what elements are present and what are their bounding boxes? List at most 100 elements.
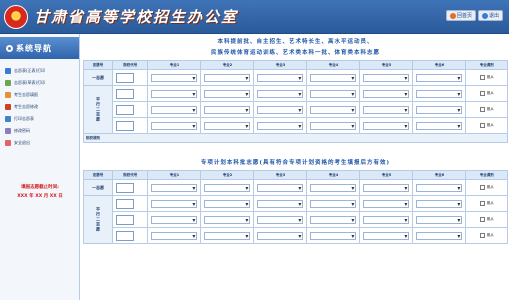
school-code-input[interactable] xyxy=(116,120,135,131)
major-select[interactable] xyxy=(151,73,198,83)
major-select[interactable] xyxy=(416,199,463,209)
major-select[interactable] xyxy=(257,215,304,225)
adjust-checkbox[interactable] xyxy=(479,201,485,206)
major-select[interactable] xyxy=(257,231,304,241)
adjust-cell: 服从 xyxy=(465,69,508,86)
batch-label: 一志愿 xyxy=(82,69,114,86)
major-select[interactable] xyxy=(416,105,463,115)
major-cell xyxy=(200,69,255,86)
sidebar-item-fill[interactable]: 考生志愿填报 xyxy=(0,89,79,101)
adjust-cell: 服从 xyxy=(465,117,508,134)
major-select[interactable] xyxy=(363,183,410,193)
sidebar-item-print-draft[interactable]: 志愿表(草表)打印 xyxy=(0,77,79,89)
major-select[interactable] xyxy=(204,105,251,115)
major-select[interactable] xyxy=(363,231,410,241)
major-select[interactable] xyxy=(204,199,251,209)
school-code-input[interactable] xyxy=(116,230,135,241)
table-row: 服从 xyxy=(84,227,508,244)
school-code-input[interactable] xyxy=(116,182,135,193)
school-code-input[interactable] xyxy=(116,104,135,115)
major-select[interactable] xyxy=(257,183,304,193)
major-select[interactable] xyxy=(416,121,463,131)
adjust-checkbox[interactable] xyxy=(479,233,485,238)
major-cell xyxy=(306,85,361,102)
major-select[interactable] xyxy=(416,183,463,193)
major-select[interactable] xyxy=(363,121,410,131)
adjust-checkbox-wrap: 服从 xyxy=(469,123,504,128)
major-cell xyxy=(306,101,361,118)
major-select[interactable] xyxy=(257,105,304,115)
major-select[interactable] xyxy=(310,231,357,241)
major-select[interactable] xyxy=(151,121,198,131)
major-cell xyxy=(253,69,308,86)
plan-adjust-label: 院校调剂 xyxy=(83,133,508,143)
major-cell xyxy=(147,69,202,86)
major-select[interactable] xyxy=(310,121,357,131)
major-select[interactable] xyxy=(363,89,410,99)
major-select[interactable] xyxy=(310,89,357,99)
major-select[interactable] xyxy=(310,215,357,225)
sidebar-item-modify[interactable]: 考生志愿修改 xyxy=(0,101,79,113)
exit-button[interactable]: 退出 xyxy=(477,10,503,21)
sidebar-item-password[interactable]: 修改密码 xyxy=(0,125,79,137)
school-code-input[interactable] xyxy=(116,198,135,209)
header-bar: 甘肃省高等学校招生办公室 回首页 退出 xyxy=(0,0,509,34)
major-select[interactable] xyxy=(363,199,410,209)
school-code-input[interactable] xyxy=(116,72,135,83)
major-cell xyxy=(253,117,308,134)
major-select[interactable] xyxy=(204,215,251,225)
major-select[interactable] xyxy=(310,105,357,115)
major-cell xyxy=(412,69,467,86)
section1-title-line1: 本科提前批、自主招生、艺术特长生、高水平运动员、 xyxy=(217,39,374,45)
adjust-checkbox[interactable] xyxy=(479,217,485,222)
major-cell xyxy=(412,211,467,228)
major-select[interactable] xyxy=(416,215,463,225)
adjust-checkbox-wrap: 服从 xyxy=(469,217,504,222)
home-button[interactable]: 回首页 xyxy=(445,10,476,21)
sidebar-item-print-final[interactable]: 志愿表(正表)打印 xyxy=(0,65,79,77)
col-header: 专业2 xyxy=(200,60,255,70)
school-code-input[interactable] xyxy=(116,214,135,225)
major-select[interactable] xyxy=(204,183,251,193)
major-select[interactable] xyxy=(204,231,251,241)
logout-icon xyxy=(5,140,11,146)
exit-icon xyxy=(481,12,488,19)
major-select[interactable] xyxy=(151,183,198,193)
major-select[interactable] xyxy=(416,231,463,241)
major-select[interactable] xyxy=(151,105,198,115)
school-code-input[interactable] xyxy=(116,88,135,99)
major-select[interactable] xyxy=(151,215,198,225)
major-select[interactable] xyxy=(310,183,357,193)
major-select[interactable] xyxy=(151,231,198,241)
major-cell xyxy=(359,85,414,102)
major-select[interactable] xyxy=(257,89,304,99)
sidebar-item-label: 安全退出 xyxy=(14,140,30,145)
adjust-cell: 服从 xyxy=(465,101,508,118)
major-select[interactable] xyxy=(363,105,410,115)
major-select[interactable] xyxy=(257,199,304,209)
major-select[interactable] xyxy=(310,73,357,83)
sidebar-item-logout[interactable]: 安全退出 xyxy=(0,137,79,149)
major-select[interactable] xyxy=(151,199,198,209)
adjust-checkbox[interactable] xyxy=(479,91,485,96)
adjust-checkbox[interactable] xyxy=(479,107,485,112)
major-select[interactable] xyxy=(416,73,463,83)
major-select[interactable] xyxy=(204,121,251,131)
major-select[interactable] xyxy=(363,215,410,225)
major-select[interactable] xyxy=(310,199,357,209)
table-row: 一志愿 服从 xyxy=(82,179,508,196)
school-code-cell xyxy=(112,195,149,212)
adjust-checkbox[interactable] xyxy=(479,75,485,80)
sidebar-item-print[interactable]: 打印志愿表 xyxy=(0,113,79,125)
major-select[interactable] xyxy=(416,89,463,99)
major-select[interactable] xyxy=(204,73,251,83)
major-select[interactable] xyxy=(204,89,251,99)
major-select[interactable] xyxy=(257,73,304,83)
major-cell xyxy=(147,117,202,134)
adjust-checkbox[interactable] xyxy=(479,123,485,128)
major-select[interactable] xyxy=(257,121,304,131)
col-header: 志愿号 xyxy=(82,170,114,180)
adjust-checkbox[interactable] xyxy=(479,185,485,190)
major-select[interactable] xyxy=(151,89,198,99)
major-select[interactable] xyxy=(363,73,410,83)
